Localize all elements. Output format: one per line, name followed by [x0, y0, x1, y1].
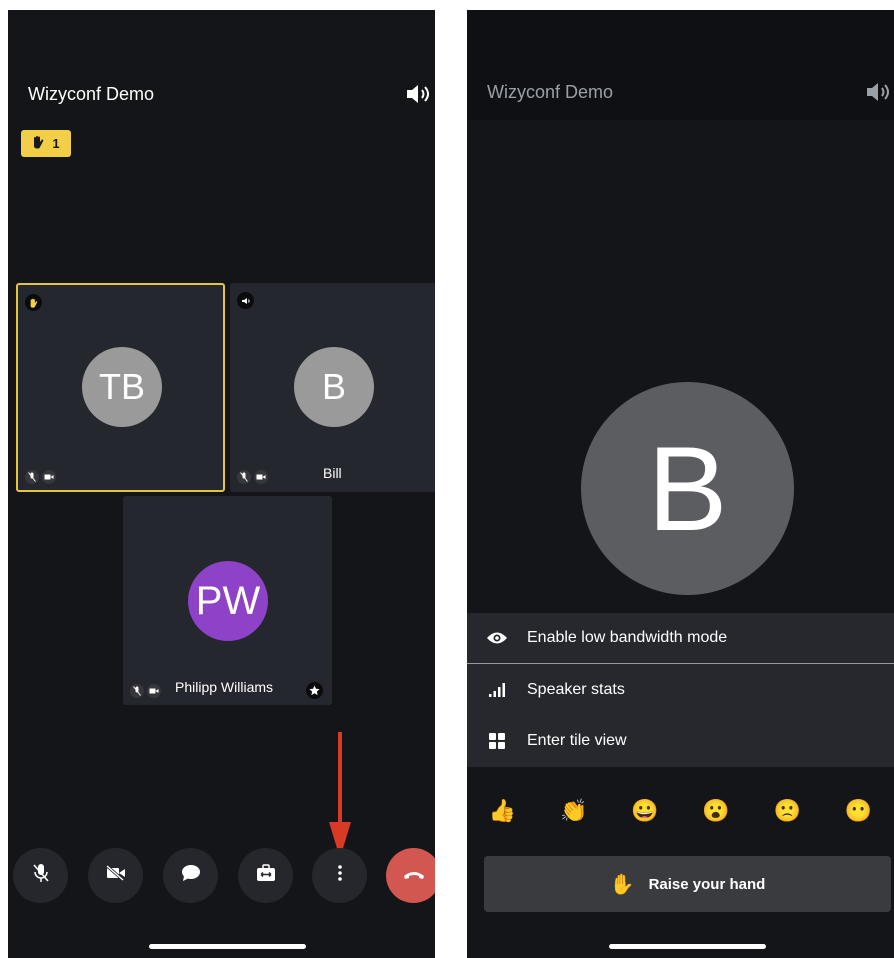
camera-off-icon [254, 470, 268, 484]
avatar: PW [188, 561, 268, 641]
participant-tile-bill[interactable]: B Bill [230, 283, 435, 492]
avatar: B [294, 347, 374, 427]
raised-hand-icon [25, 294, 42, 311]
camera-off-icon [42, 470, 56, 484]
surprised-reaction-icon[interactable]: 😮 [699, 794, 733, 828]
speaker-icon [237, 292, 254, 309]
menu-item-low-bandwidth[interactable]: Enable low bandwidth mode [467, 613, 894, 663]
mic-muted-icon [237, 470, 251, 484]
camera-off-icon [105, 864, 126, 886]
avatar-initials: TB [98, 366, 145, 407]
toolbox-icon [256, 864, 276, 887]
avatar-initials: B [321, 366, 346, 407]
thumbs-up-reaction-icon[interactable]: 👍 [486, 794, 520, 828]
avatar-initials: PW [195, 578, 261, 623]
meeting-title: Wizyconf Demo [28, 84, 155, 104]
meeting-title: Wizyconf Demo [487, 82, 614, 102]
avatar: TB [82, 347, 162, 427]
menu-divider [467, 663, 894, 664]
hangup-button[interactable] [386, 848, 435, 903]
mute-button[interactable] [13, 848, 68, 903]
menu-item-speaker-stats[interactable]: Speaker stats [467, 665, 894, 715]
mic-muted-icon [32, 863, 50, 888]
hand-icon [32, 135, 44, 152]
raised-hands-indicator[interactable]: 1 [21, 130, 71, 157]
camera-off-icon [147, 684, 161, 698]
participant-tile-philipp-williams[interactable]: PW Philipp Williams [123, 496, 332, 705]
sad-reaction-icon[interactable]: 🙁 [770, 794, 804, 828]
raise-hand-label: Raise your hand [648, 875, 766, 893]
large-avatar: B [581, 382, 794, 595]
signal-bars-icon [467, 683, 527, 697]
moderator-star-icon [306, 682, 323, 699]
chat-button[interactable] [163, 848, 218, 903]
home-indicator [609, 944, 766, 949]
eye-icon [467, 631, 527, 645]
menu-item-tile-view[interactable]: Enter tile view [467, 716, 894, 766]
overflow-menu: Enable low bandwidth mode Speaker stats … [467, 613, 894, 767]
camera-toggle-button[interactable] [88, 848, 143, 903]
conference-screen: Wizyconf Demo 1 TB B Bill PW Philipp Wil… [8, 10, 435, 958]
laugh-reaction-icon[interactable]: 😀 [628, 794, 662, 828]
menu-item-label: Enter tile view [527, 732, 627, 749]
speaker-icon[interactable] [864, 80, 894, 104]
menu-item-label: Enable low bandwidth mode [527, 629, 728, 646]
more-vertical-icon [337, 865, 342, 886]
raised-hand-icon: ✋ [609, 873, 635, 896]
participant-name: Philipp Williams [175, 679, 274, 695]
chat-bubble-icon [181, 864, 201, 887]
screen-share-button[interactable] [238, 848, 293, 903]
reactions-bar: 👍 👏 😀 😮 🙁 😶 [467, 794, 894, 828]
tile-grid-icon [467, 733, 527, 749]
annotation-arrow-icon [329, 732, 351, 858]
silence-reaction-icon[interactable]: 😶 [841, 794, 875, 828]
raise-hand-button[interactable]: ✋ Raise your hand [484, 856, 891, 912]
clap-reaction-icon[interactable]: 👏 [557, 794, 591, 828]
mic-muted-icon [25, 470, 39, 484]
more-options-button[interactable] [312, 848, 367, 903]
participant-tile-tb[interactable]: TB [16, 283, 225, 492]
mic-muted-icon [130, 684, 144, 698]
header-overlay [467, 10, 894, 120]
menu-item-label: Speaker stats [527, 681, 625, 698]
speaker-icon[interactable] [404, 82, 434, 106]
participant-name: Bill [323, 465, 342, 481]
avatar-initials: B [647, 421, 728, 556]
conference-overflow-menu-screen: Wizyconf Demo B Enable low bandwidth mod… [467, 10, 894, 958]
home-indicator [149, 944, 306, 949]
hangup-phone-icon [403, 867, 425, 885]
raised-hands-count: 1 [52, 136, 60, 151]
